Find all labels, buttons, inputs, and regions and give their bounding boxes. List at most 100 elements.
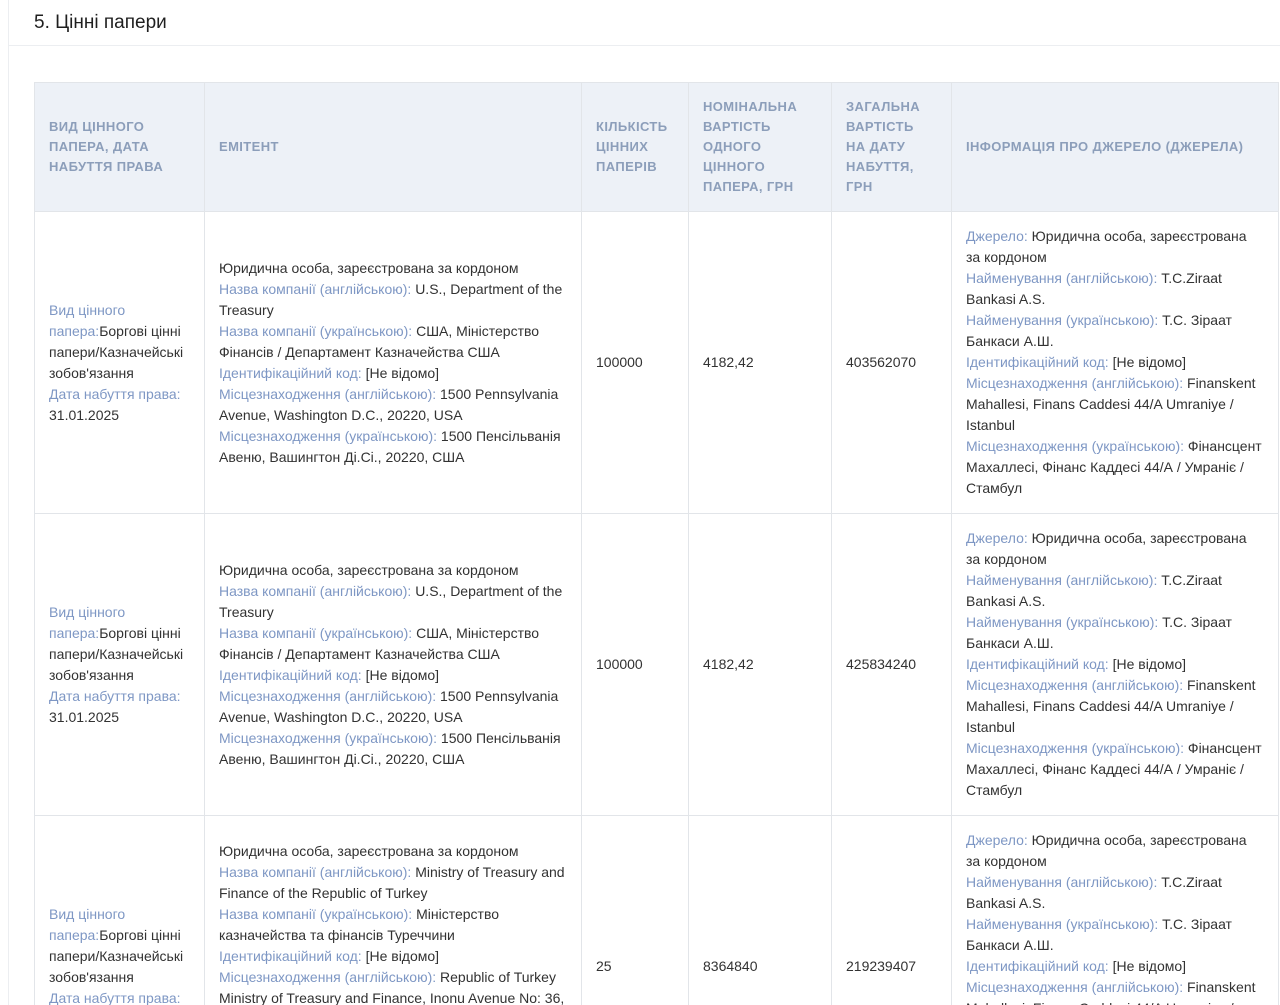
field-line: Назва компанії (українською): США, Мініс… xyxy=(219,321,567,363)
source-info-cell: Джерело: Юридична особа, зареєстрована з… xyxy=(952,212,1279,514)
security-type-cell: Вид цінного папера:Боргові цінні папери/… xyxy=(35,212,205,514)
securities-table-body: Вид цінного папера:Боргові цінні папери/… xyxy=(35,212,1279,1005)
header-nominal-value: Номінальна вартість одного цінного папер… xyxy=(689,83,832,212)
table-row: Вид цінного папера:Боргові цінні папери/… xyxy=(35,816,1279,1005)
quantity-cell: 100000 xyxy=(582,212,689,514)
field-line: Місцезнаходження (українською): Фінансце… xyxy=(966,738,1264,801)
field-line: Назва компанії (англійською): U.S., Depa… xyxy=(219,581,567,623)
field-line: Ідентифікаційний код: [Не відомо] xyxy=(966,956,1264,977)
field-label: Ідентифікаційний код: xyxy=(966,354,1109,370)
field-label: Назва компанії (українською): xyxy=(219,323,412,339)
field-line: Джерело: Юридична особа, зареєстрована з… xyxy=(966,528,1264,570)
field-label: Назва компанії (англійською): xyxy=(219,281,411,297)
field-line: Ідентифікаційний код: [Не відомо] xyxy=(966,352,1264,373)
field-value: Юридична особа, зареєстрована за кордоно… xyxy=(219,843,519,859)
total-value-cell: 403562070 xyxy=(832,212,952,514)
field-line: Джерело: Юридична особа, зареєстрована з… xyxy=(966,830,1264,872)
field-label: Ідентифікаційний код: xyxy=(966,958,1109,974)
page-title: 5. Цінні папери xyxy=(34,12,167,34)
field-label: Місцезнаходження (англійською): xyxy=(219,969,436,985)
field-line: Ідентифікаційний код: [Не відомо] xyxy=(966,654,1264,675)
issuer-cell: Юридична особа, зареєстрована за кордоно… xyxy=(205,514,582,816)
field-value: 31.01.2025 xyxy=(49,407,119,423)
field-line: Місцезнаходження (українською): 1500 Пен… xyxy=(219,728,567,770)
nominal-value-cell: 4182,42 xyxy=(689,514,832,816)
quantity-cell: 100000 xyxy=(582,514,689,816)
field-line: Джерело: Юридична особа, зареєстрована з… xyxy=(966,226,1264,268)
field-value: [Не відомо] xyxy=(366,365,439,381)
header-quantity: Кількість цінних паперів xyxy=(582,83,689,212)
field-label: Місцезнаходження (англійською): xyxy=(219,386,436,402)
issuer-cell: Юридична особа, зареєстрована за кордоно… xyxy=(205,816,582,1005)
field-value: 31.01.2025 xyxy=(49,709,119,725)
field-line: Вид цінного папера:Боргові цінні папери/… xyxy=(49,602,190,686)
issuer-cell: Юридична особа, зареєстрована за кордоно… xyxy=(205,212,582,514)
field-label: Місцезнаходження (українською): xyxy=(219,428,437,444)
field-label: Дата набуття права: xyxy=(49,688,181,704)
field-line: Найменування (англійською): T.C.Ziraat B… xyxy=(966,872,1264,914)
field-line: Назва компанії (англійською): U.S., Depa… xyxy=(219,279,567,321)
field-label: Найменування (українською): xyxy=(966,312,1158,328)
field-line: Місцезнаходження (англійською): Republic… xyxy=(219,967,567,1005)
field-label: Ідентифікаційний код: xyxy=(219,365,362,381)
field-value: Юридична особа, зареєстрована за кордоно… xyxy=(219,260,519,276)
total-value-cell: 219239407 xyxy=(832,816,952,1005)
nominal-value-cell: 8364840 xyxy=(689,816,832,1005)
field-line: Найменування (англійською): T.C.Ziraat B… xyxy=(966,268,1264,310)
field-line: Ідентифікаційний код: [Не відомо] xyxy=(219,665,567,686)
field-line: Назва компанії (українською): США, Мініс… xyxy=(219,623,567,665)
field-line: Назва компанії (українською): Міністерст… xyxy=(219,904,567,946)
table-row: Вид цінного папера:Боргові цінні папери/… xyxy=(35,212,1279,514)
field-value: [Не відомо] xyxy=(366,948,439,964)
field-label: Місцезнаходження (англійською): xyxy=(966,677,1183,693)
field-label: Місцезнаходження (українською): xyxy=(219,730,437,746)
field-line: Вид цінного папера:Боргові цінні папери/… xyxy=(49,300,190,384)
field-value: Юридична особа, зареєстрована за кордоно… xyxy=(219,562,519,578)
field-label: Місцезнаходження (українською): xyxy=(966,438,1184,454)
total-value-cell: 425834240 xyxy=(832,514,952,816)
field-value: [Не відомо] xyxy=(1113,958,1186,974)
field-line: Юридична особа, зареєстрована за кордоно… xyxy=(219,841,567,862)
field-line: Дата набуття права: 31.01.2025 xyxy=(49,686,190,728)
section-title-strip: 5. Цінні папери xyxy=(9,0,1280,46)
source-info-cell: Джерело: Юридична особа, зареєстрована з… xyxy=(952,514,1279,816)
field-label: Дата набуття права: xyxy=(49,990,181,1005)
security-type-cell: Вид цінного папера:Боргові цінні папери/… xyxy=(35,816,205,1005)
field-label: Джерело: xyxy=(966,228,1028,244)
quantity-cell: 25 xyxy=(582,816,689,1005)
field-label: Найменування (англійською): xyxy=(966,270,1157,286)
field-line: Найменування (англійською): T.C.Ziraat B… xyxy=(966,570,1264,612)
table-row: Вид цінного папера:Боргові цінні папери/… xyxy=(35,514,1279,816)
nominal-value-cell: 4182,42 xyxy=(689,212,832,514)
field-line: Місцезнаходження (українською): 1500 Пен… xyxy=(219,426,567,468)
field-label: Найменування (англійською): xyxy=(966,874,1157,890)
field-line: Місцезнаходження (англійською): Finanske… xyxy=(966,373,1264,436)
field-label: Джерело: xyxy=(966,530,1028,546)
field-line: Місцезнаходження (англійською): 1500 Pen… xyxy=(219,384,567,426)
field-label: Ідентифікаційний код: xyxy=(219,948,362,964)
field-label: Ідентифікаційний код: xyxy=(219,667,362,683)
field-line: Місцезнаходження (англійською): Finanske… xyxy=(966,977,1264,1005)
field-value: [Не відомо] xyxy=(1113,354,1186,370)
field-label: Найменування (англійською): xyxy=(966,572,1157,588)
field-value: [Не відомо] xyxy=(1113,656,1186,672)
field-value: [Не відомо] xyxy=(366,667,439,683)
field-line: Найменування (українською): Т.С. Зіраат … xyxy=(966,914,1264,956)
field-label: Місцезнаходження (англійською): xyxy=(219,688,436,704)
field-label: Назва компанії (англійською): xyxy=(219,864,411,880)
field-line: Найменування (українською): Т.С. Зіраат … xyxy=(966,310,1264,352)
header-security-type: Вид цінного папера, дата набуття права xyxy=(35,83,205,212)
field-line: Юридична особа, зареєстрована за кордоно… xyxy=(219,258,567,279)
security-type-cell: Вид цінного папера:Боргові цінні папери/… xyxy=(35,514,205,816)
field-label: Найменування (українською): xyxy=(966,614,1158,630)
field-line: Місцезнаходження (англійською): 1500 Pen… xyxy=(219,686,567,728)
field-line: Дата набуття права: 31.01.2025 xyxy=(49,988,190,1005)
field-line: Ідентифікаційний код: [Не відомо] xyxy=(219,946,567,967)
field-label: Місцезнаходження (англійською): xyxy=(966,375,1183,391)
source-info-cell: Джерело: Юридична особа, зареєстрована з… xyxy=(952,816,1279,1005)
field-line: Місцезнаходження (англійською): Finanske… xyxy=(966,675,1264,738)
field-line: Дата набуття права: 31.01.2025 xyxy=(49,384,190,426)
field-line: Ідентифікаційний код: [Не відомо] xyxy=(219,363,567,384)
header-issuer: Емітент xyxy=(205,83,582,212)
field-label: Місцезнаходження (англійською): xyxy=(966,979,1183,995)
